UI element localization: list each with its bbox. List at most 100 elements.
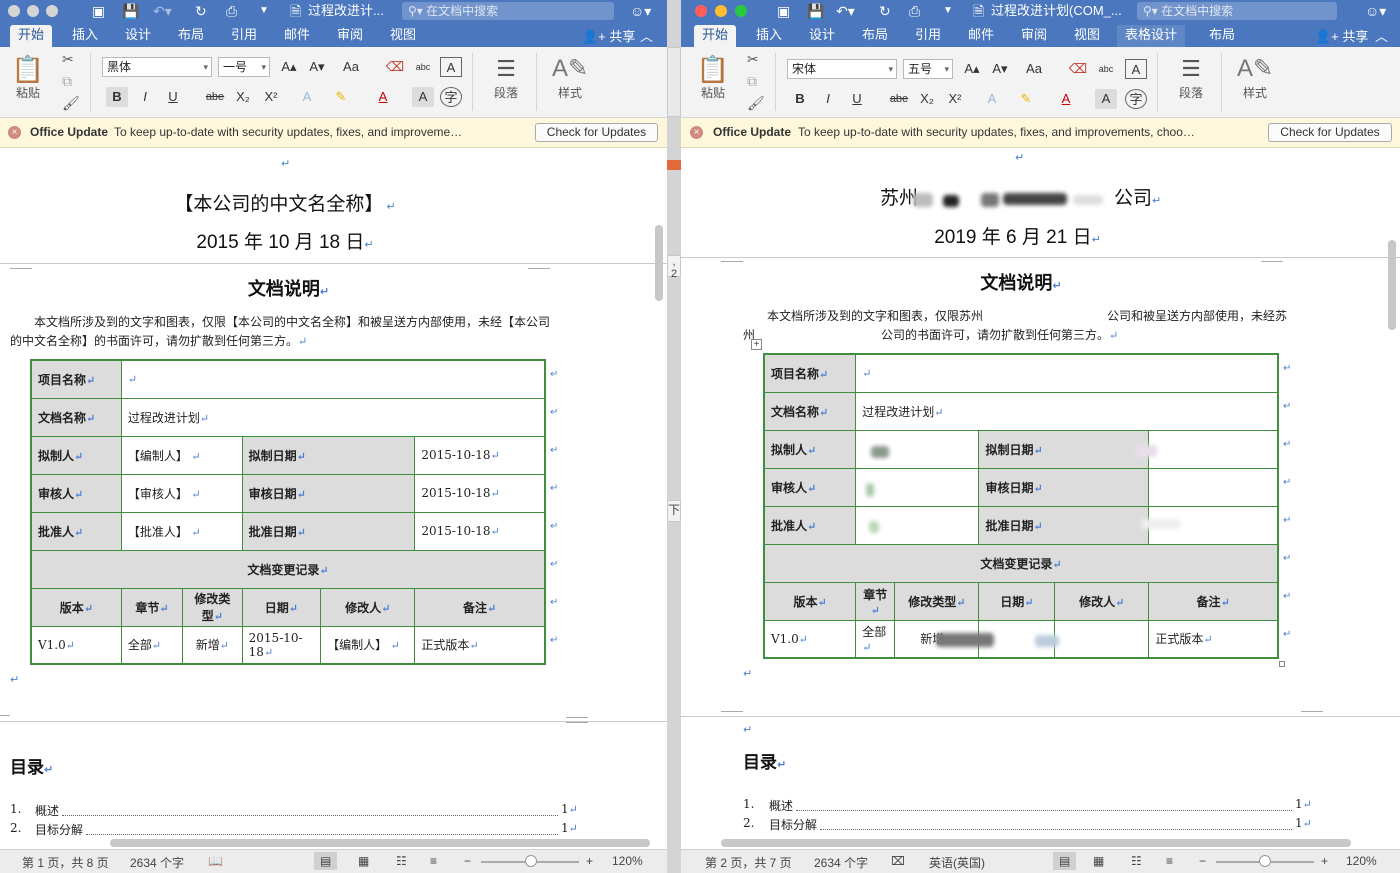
- zoom-window-button[interactable]: [735, 5, 747, 17]
- highlight-icon[interactable]: ✎: [1015, 89, 1037, 109]
- draft-icon[interactable]: ≡: [1166, 854, 1173, 868]
- draft-icon[interactable]: ≡: [430, 854, 437, 868]
- undo-icon[interactable]: ↶▾: [836, 2, 855, 20]
- tab-layout[interactable]: 布局: [854, 25, 896, 47]
- paragraph-button[interactable]: ☰ 段落: [484, 53, 528, 101]
- copy-icon[interactable]: ⧉: [747, 73, 757, 89]
- web-layout-icon[interactable]: ▦: [358, 854, 369, 868]
- italic-button[interactable]: I: [134, 87, 156, 107]
- document-area[interactable]: ↵ 苏州 公司↵ 2019 年 6 月 21 日↵ 文档说明↵ 本文档所涉及到的文…: [681, 149, 1400, 849]
- toc-item-text[interactable]: 目标分解: [769, 816, 817, 833]
- toc-item-text[interactable]: 概述: [769, 797, 793, 814]
- font-name-select[interactable]: 宋体 ▾: [787, 59, 897, 79]
- word-count[interactable]: 2634 个字: [130, 854, 184, 871]
- enclose-characters-icon[interactable]: 字: [1125, 89, 1147, 109]
- tab-design[interactable]: 设计: [801, 25, 843, 47]
- doc-name-cell[interactable]: 过程改进计划↵: [855, 391, 1279, 431]
- subscript-button[interactable]: X₂: [232, 87, 254, 107]
- search-box[interactable]: ⚲▾ 在文档中搜索: [1137, 2, 1337, 20]
- author-date-cell-redacted[interactable]: [1148, 429, 1279, 469]
- toc-item[interactable]: 1.: [10, 802, 21, 816]
- reviewer-cell[interactable]: 【审核人】 ↵: [120, 473, 243, 513]
- cut-icon[interactable]: ✂: [62, 51, 74, 67]
- word-count[interactable]: 2634 个字: [814, 854, 868, 871]
- cell-change-type[interactable]: 新增↵: [182, 625, 243, 665]
- redo-icon[interactable]: ↻: [879, 2, 891, 20]
- collapse-ribbon-icon[interactable]: ︿: [640, 26, 653, 45]
- clear-formatting-icon[interactable]: ⌫: [384, 57, 406, 77]
- print-layout-icon[interactable]: ▤: [314, 852, 338, 870]
- customize-toolbar-icon[interactable]: ▼: [259, 2, 269, 20]
- grow-font-button[interactable]: A▴: [278, 57, 300, 77]
- font-name-select[interactable]: 黑体 ▾: [102, 57, 212, 77]
- tab-home[interactable]: 开始: [694, 25, 737, 47]
- smiley-feedback-icon[interactable]: ☺▾: [1365, 2, 1386, 20]
- toc-item[interactable]: 2.: [743, 816, 754, 830]
- paste-button[interactable]: 📋 粘贴: [693, 53, 733, 113]
- print-icon[interactable]: ⎙: [226, 2, 237, 20]
- underline-button[interactable]: U: [162, 87, 184, 107]
- cell-notes[interactable]: 正式版本↵: [1148, 619, 1279, 659]
- cell-version[interactable]: V1.0↵: [763, 619, 857, 659]
- italic-button[interactable]: I: [817, 89, 839, 109]
- format-painter-icon[interactable]: 🖌: [62, 95, 80, 111]
- customize-toolbar-icon[interactable]: ▼: [943, 2, 953, 20]
- author-cell[interactable]: 【编制人】 ↵: [120, 435, 243, 475]
- character-border-icon[interactable]: A: [1125, 59, 1147, 79]
- vertical-scrollbar[interactable]: [1388, 240, 1396, 330]
- proofing-icon[interactable]: 📖: [208, 854, 223, 868]
- close-window-button[interactable]: [8, 5, 20, 17]
- subscript-button[interactable]: X₂: [916, 89, 938, 109]
- font-color-icon[interactable]: A: [1055, 89, 1077, 109]
- strikethrough-button[interactable]: abe: [204, 87, 226, 107]
- smiley-feedback-icon[interactable]: ☺▾: [630, 2, 651, 20]
- paragraph-button[interactable]: ☰ 段落: [1169, 53, 1213, 101]
- cell-version[interactable]: V1.0↵: [30, 625, 122, 665]
- tab-layout[interactable]: 布局: [170, 25, 212, 47]
- character-shading-icon[interactable]: A: [412, 87, 434, 107]
- language[interactable]: 英语(英国): [929, 854, 985, 871]
- table-move-handle[interactable]: +: [751, 339, 762, 350]
- tab-design[interactable]: 设计: [117, 25, 159, 47]
- clear-formatting-icon[interactable]: ⌫: [1067, 59, 1089, 79]
- format-painter-icon[interactable]: 🖌: [747, 95, 765, 111]
- review-date-cell[interactable]: 2015-10-18↵: [414, 473, 546, 513]
- tab-insert[interactable]: 插入: [748, 25, 790, 47]
- character-shading-icon[interactable]: A: [1095, 89, 1117, 109]
- tab-references[interactable]: 引用: [907, 25, 949, 47]
- font-color-icon[interactable]: A: [372, 87, 394, 107]
- search-box[interactable]: ⚲▾ 在文档中搜索: [402, 2, 614, 20]
- zoom-slider[interactable]: [525, 855, 537, 867]
- sidebar-toggle-icon[interactable]: ▣: [777, 2, 790, 20]
- close-circle-icon[interactable]: ×: [8, 126, 21, 139]
- close-circle-icon[interactable]: ×: [690, 126, 703, 139]
- web-layout-icon[interactable]: ▦: [1093, 854, 1104, 868]
- tab-review[interactable]: 审阅: [1013, 25, 1055, 47]
- zoom-out-icon[interactable]: −: [464, 854, 471, 868]
- bold-button[interactable]: B: [789, 89, 811, 109]
- tab-view[interactable]: 视图: [382, 25, 424, 47]
- styles-button[interactable]: A✎ 样式: [546, 53, 594, 101]
- phonetic-guide-icon[interactable]: abc: [412, 57, 434, 77]
- save-icon[interactable]: 💾: [122, 2, 139, 20]
- tab-table-layout[interactable]: 布局: [1201, 25, 1243, 47]
- superscript-button[interactable]: X²: [944, 89, 966, 109]
- shrink-font-button[interactable]: A▾: [989, 59, 1011, 79]
- doc-name-cell[interactable]: 过程改进计划↵: [120, 397, 546, 437]
- cell-chapter[interactable]: 全部↵: [855, 619, 896, 659]
- collapse-ribbon-icon[interactable]: ︿: [1375, 26, 1388, 45]
- text-effects-icon[interactable]: A: [981, 89, 1003, 109]
- enclose-characters-icon[interactable]: 字: [440, 87, 462, 107]
- approve-date-cell[interactable]: 2015-10-18↵: [414, 511, 546, 551]
- check-for-updates-button[interactable]: Check for Updates: [1268, 123, 1392, 142]
- page-count[interactable]: 第 2 页，共 7 页: [705, 854, 792, 871]
- proofing-icon[interactable]: ⌧: [891, 854, 905, 868]
- check-for-updates-button[interactable]: Check for Updates: [535, 123, 658, 142]
- project-name-cell[interactable]: ↵: [120, 359, 546, 399]
- approver-cell[interactable]: 【批准人】 ↵: [120, 511, 243, 551]
- cell-notes[interactable]: 正式版本↵: [414, 625, 546, 665]
- superscript-button[interactable]: X²: [260, 87, 282, 107]
- underline-button[interactable]: U: [846, 89, 868, 109]
- toc-item-text[interactable]: 目标分解: [35, 821, 83, 838]
- phonetic-guide-icon[interactable]: abc: [1095, 59, 1117, 79]
